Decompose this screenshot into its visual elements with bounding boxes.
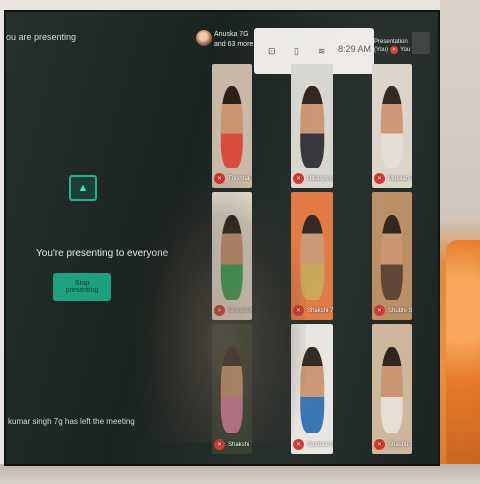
photo-background-bottom bbox=[0, 464, 480, 484]
participant-video bbox=[220, 215, 244, 300]
mic-off-icon: ✕ bbox=[214, 173, 225, 184]
participant-summary[interactable]: Anuska 7G and 63 more bbox=[214, 30, 253, 50]
participant-video bbox=[380, 215, 404, 300]
mic-off-icon: ✕ bbox=[214, 305, 225, 316]
self-view-thumbnail[interactable] bbox=[412, 32, 430, 54]
participant-name: Tnishna 7D bbox=[228, 175, 252, 182]
participant-tile[interactable]: ✕Shubhi Samar 7g bbox=[372, 192, 412, 320]
participant-tile[interactable]: ✕Shakshi 7th F Agarw bbox=[212, 324, 252, 454]
participant-name-label: ✕Shubhi Samar 7g bbox=[374, 305, 412, 316]
left-meeting-notification: kumar singh 7g has left the meeting bbox=[8, 417, 135, 426]
participant-video bbox=[220, 347, 244, 434]
participant-name: Shakshi 7th F Agarw bbox=[228, 441, 252, 448]
participant-tile[interactable]: ✕Shashti 7th G bbox=[372, 324, 412, 454]
participant-count: and 63 more bbox=[214, 41, 254, 48]
participant-name: Shashti 7th G bbox=[388, 441, 412, 448]
participant-name: Shivani Kumari 7g bbox=[228, 307, 252, 314]
wifi-icon: ≋ bbox=[318, 46, 326, 56]
participant-name-label: ✕Sambeet Bhatnagar7F bbox=[293, 439, 333, 450]
participant-video bbox=[220, 86, 244, 169]
orange-cloth bbox=[446, 240, 480, 470]
participant-video bbox=[380, 347, 404, 434]
stop-presenting-button[interactable]: Stop presenting bbox=[53, 273, 111, 301]
presenting-header: ou are presenting bbox=[6, 32, 77, 42]
mic-off-icon: ✕ bbox=[374, 439, 385, 450]
participant-name: Anuska 7G bbox=[214, 31, 249, 38]
participant-name: Utkarsh parihar Seventh e bbox=[307, 175, 333, 182]
mic-off-icon: ✕ bbox=[214, 439, 225, 450]
battery-icon: ▯ bbox=[294, 46, 299, 56]
participant-tile[interactable]: ✕Sambeet Bhatnagar7F bbox=[291, 324, 333, 454]
mic-off-icon: ✕ bbox=[293, 439, 304, 450]
avatar[interactable] bbox=[196, 30, 212, 46]
presenting-message: You're presenting to everyone bbox=[36, 248, 169, 259]
participant-name-label: ✕Shivani Kumari 7g bbox=[214, 305, 252, 316]
mic-off-icon: ✕ bbox=[293, 305, 304, 316]
participant-tile[interactable]: ✕Utkarsh parihar Seventh e bbox=[291, 64, 333, 188]
participant-name-label: ✕Tnishna 7D bbox=[214, 173, 252, 184]
participant-name: Sambeet Bhatnagar7F bbox=[307, 441, 333, 448]
participant-name-label: ✕Shakshi 7th F Agarw bbox=[214, 439, 252, 450]
mic-off-icon: ✕ bbox=[374, 173, 385, 184]
participant-name: Shubhi Samar 7g bbox=[388, 307, 412, 314]
presentation-label: Presentation (You) ✕ You bbox=[374, 39, 411, 54]
mic-off-icon: ✕ bbox=[374, 305, 385, 316]
meeting-screen: ou are presenting ▲ You're presenting to… bbox=[6, 12, 438, 464]
clock: 8:29 AM bbox=[338, 44, 372, 54]
participant-video bbox=[300, 215, 324, 300]
participant-name-label: ✕Utkarsh parihar Seventh e bbox=[293, 173, 333, 184]
participant-tile[interactable]: ✕Muskan 7th F bbox=[372, 64, 412, 188]
participant-name-label: ✕Shashti 7th G bbox=[374, 439, 412, 450]
participant-tile[interactable]: ✕Shivani Kumari 7g bbox=[212, 192, 252, 320]
mic-off-icon: ✕ bbox=[293, 173, 304, 184]
participant-video bbox=[380, 86, 404, 169]
participant-tile[interactable]: ✕Shakshi 7D bbox=[291, 192, 333, 320]
participant-video bbox=[300, 347, 324, 434]
participant-name: Shakshi 7D bbox=[307, 307, 333, 314]
participant-video bbox=[300, 86, 324, 169]
up-arrow-icon: ▲ bbox=[69, 175, 97, 201]
mic-off-icon: ✕ bbox=[390, 46, 399, 54]
participant-name: Muskan 7th F bbox=[388, 175, 412, 182]
notification-icon: ⊡ bbox=[268, 46, 276, 56]
participant-tile[interactable]: ✕Tnishna 7D bbox=[212, 64, 252, 188]
participant-name-label: ✕Muskan 7th F bbox=[374, 173, 412, 184]
participant-name-label: ✕Shakshi 7D bbox=[293, 305, 333, 316]
